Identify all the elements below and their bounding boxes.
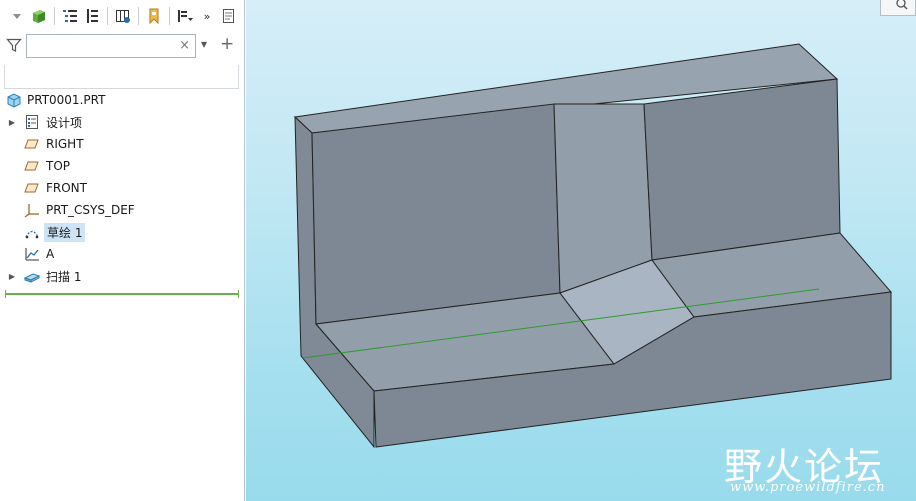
model-cube-icon[interactable] [28, 5, 50, 27]
wall-middle-face [553, 103, 653, 294]
csys-icon [24, 204, 39, 218]
sketch-icon [25, 230, 39, 239]
expand-arrow-icon[interactable]: ▶ [8, 271, 16, 281]
filter-funnel-icon[interactable] [6, 37, 22, 56]
tree-item-right[interactable]: RIGHT [0, 133, 244, 155]
model-tree-toolbar: » [0, 0, 244, 32]
clear-search-icon[interactable]: × [179, 38, 190, 53]
expand-arrow-icon[interactable]: ▶ [8, 117, 16, 127]
tree-item-label: RIGHT [46, 137, 84, 151]
zoom-magnifier-icon [896, 0, 908, 10]
more-label: » [203, 9, 211, 23]
table-columns-icon[interactable] [112, 5, 134, 27]
more-icon[interactable]: » [196, 5, 218, 27]
filter-row: × ▾ + [0, 33, 244, 59]
settings-dropdown-icon[interactable] [174, 5, 196, 27]
wall-left-face [311, 103, 561, 325]
tree-item-design-items[interactable]: ▶ 设计项 [0, 111, 244, 133]
toolbar-separator [107, 7, 108, 25]
tree-item-label: FRONT [46, 181, 87, 195]
tree-item-label: 扫描 1 [46, 269, 82, 284]
bookmark-icon[interactable] [143, 5, 165, 27]
tree-item-label: PRT_CSYS_DEF [46, 203, 135, 217]
graphics-viewport[interactable]: 野火论坛 www.proewildfire.cn [246, 0, 916, 501]
tree-root-part[interactable]: PRT0001.PRT [0, 89, 244, 111]
tree-item-sweep[interactable]: ▶ 扫描 1 [0, 265, 244, 287]
datum-curve-icon [25, 248, 39, 261]
datum-plane-icon [24, 139, 39, 149]
tree-item-label: 设计项 [46, 115, 83, 130]
watermark-url: www.proewildfire.cn [730, 480, 886, 495]
tree-item-label: A [46, 247, 55, 261]
toolbar-separator [54, 7, 55, 25]
part-cube-icon [7, 93, 21, 108]
tree-root-label: PRT0001.PRT [27, 93, 106, 107]
notes-icon[interactable] [218, 5, 240, 27]
tree-item-label: TOP [46, 159, 71, 173]
tree-item-front[interactable]: FRONT [0, 177, 244, 199]
tree-item-curve-a[interactable]: A [0, 243, 244, 265]
datum-plane-icon [24, 183, 39, 193]
tree-item-sketch[interactable]: 草绘 1 [0, 221, 244, 243]
search-input[interactable] [27, 35, 177, 57]
search-field[interactable]: × [26, 34, 196, 58]
toolbar-separator [169, 7, 170, 25]
insert-here-marker[interactable] [5, 290, 239, 298]
datum-plane-icon [24, 161, 39, 171]
search-options-dropdown-icon[interactable]: ▾ [201, 37, 207, 51]
tree-item-csys[interactable]: PRT_CSYS_DEF [0, 199, 244, 221]
view-tools-button[interactable] [880, 0, 916, 16]
toolbar-separator [138, 7, 139, 25]
model-3d-view[interactable] [246, 0, 916, 501]
tree-header-blank [4, 65, 239, 89]
dropdown-arrow-icon[interactable] [6, 5, 28, 27]
tree-filters-icon[interactable] [81, 5, 103, 27]
tree-view-icon[interactable] [59, 5, 81, 27]
tree-item-top[interactable]: TOP [0, 155, 244, 177]
add-filter-icon[interactable]: + [220, 34, 234, 54]
design-items-icon [26, 115, 38, 129]
tree-item-label: 草绘 1 [44, 222, 86, 242]
model-tree-panel: » × ▾ + PRT0001.PRT ▶ 设计项 RIGHT TOP FRON… [0, 0, 245, 501]
wall-right-face [643, 78, 841, 261]
sweep-icon [24, 273, 40, 283]
